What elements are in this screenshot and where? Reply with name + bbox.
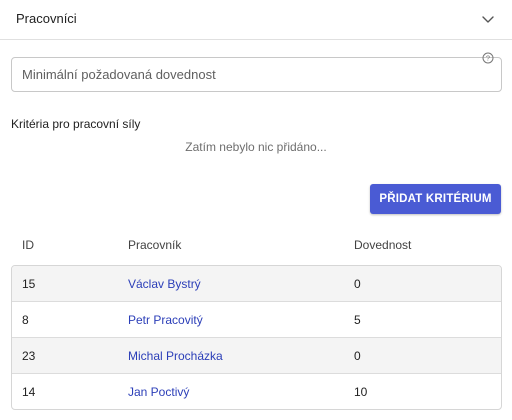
table-row: 15 Václav Bystrý 0 — [12, 266, 501, 302]
help-circle-icon[interactable]: ? — [482, 52, 494, 64]
chevron-down-icon[interactable] — [480, 11, 496, 27]
worker-skill: 0 — [354, 349, 361, 363]
section-title: Pracovníci — [16, 11, 77, 26]
worker-id: 23 — [22, 349, 36, 363]
worker-skill: 0 — [354, 277, 361, 291]
worker-link[interactable]: Václav Bystrý — [128, 277, 201, 291]
table-row: 8 Petr Pracovitý 5 — [12, 302, 501, 338]
worker-skill: 10 — [354, 385, 368, 399]
worker-id: 8 — [22, 313, 29, 327]
add-criterion-button[interactable]: PŘIDAT KRITÉRIUM — [370, 184, 501, 214]
workers-panel: Pracovníci ? Kritéria pro pracovní síly … — [0, 0, 512, 420]
workers-table: 15 Václav Bystrý 0 8 Petr Pracovitý 5 23… — [11, 265, 502, 410]
worker-link[interactable]: Jan Poctivý — [128, 385, 189, 399]
table-row: 14 Jan Poctivý 10 — [12, 374, 501, 409]
min-skill-field[interactable] — [11, 57, 502, 92]
worker-link[interactable]: Petr Pracovitý — [128, 313, 203, 327]
column-header-worker[interactable]: Pracovník — [128, 238, 181, 252]
worker-skill: 5 — [354, 313, 361, 327]
worker-link[interactable]: Michal Procházka — [128, 349, 223, 363]
column-header-skill[interactable]: Dovednost — [354, 238, 411, 252]
workers-section-header[interactable]: Pracovníci — [0, 0, 512, 40]
svg-text:?: ? — [486, 54, 490, 63]
worker-id: 14 — [22, 385, 36, 399]
criteria-heading: Kritéria pro pracovní síly — [11, 117, 141, 131]
table-row: 23 Michal Procházka 0 — [12, 338, 501, 374]
worker-id: 15 — [22, 277, 36, 291]
criteria-empty-message: Zatím nebylo nic přidáno... — [185, 140, 327, 154]
column-header-id[interactable]: ID — [22, 238, 34, 252]
min-skill-input[interactable] — [12, 58, 501, 91]
